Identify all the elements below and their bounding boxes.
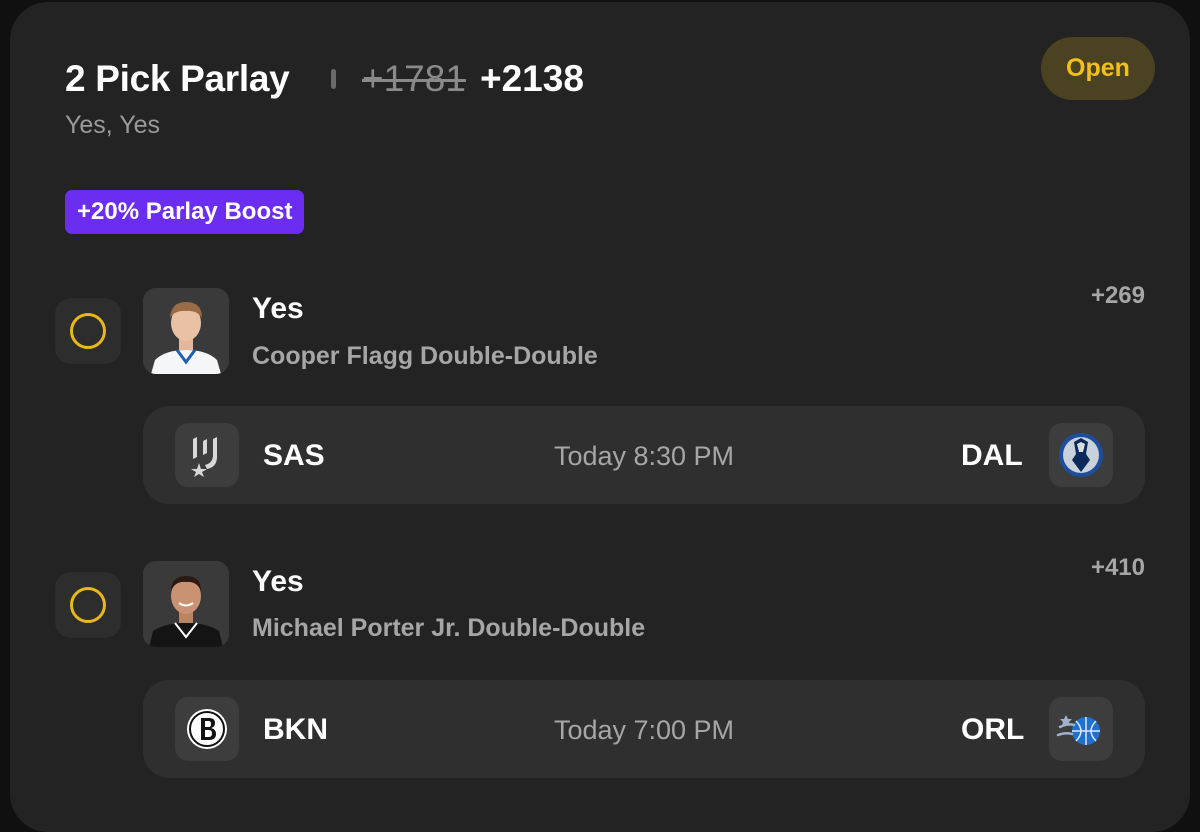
pick-odds: +410 [1090,554,1145,581]
parlay-selections-summary: Yes, Yes [65,111,161,139]
pick-market: Cooper Flagg Double-Double [252,342,598,370]
game-matchup-row[interactable]: BKN Today 7:00 PM ORL [143,680,1145,778]
home-team-abbr: ORL [961,713,1025,746]
boosted-odds: +2138 [480,58,584,99]
home-team-abbr: DAL [961,439,1023,472]
player-avatar-cooper-flagg [143,288,229,374]
player-headshot-icon [143,561,229,647]
pick-status-toggle-2[interactable] [55,572,121,638]
magic-logo-icon [1049,697,1113,761]
pick-market: Michael Porter Jr. Double-Double [252,614,646,642]
pending-circle-icon [70,313,106,349]
parlay-title: 2 Pick Parlay [65,58,290,99]
pick-status-toggle-1[interactable] [55,298,121,364]
mavericks-logo-icon [1049,423,1113,487]
player-avatar-michael-porter-jr [143,561,229,647]
game-matchup-row[interactable]: SAS Today 8:30 PM DAL [143,406,1145,504]
pick-selection-label: Yes [252,292,304,325]
player-headshot-icon [143,288,229,374]
status-badge[interactable]: Open [1041,37,1155,100]
parlay-card[interactable]: 2 Pick Parlay +1781 +2138 Yes, Yes Open … [10,2,1190,832]
original-odds: +1781 [362,58,466,99]
pending-circle-icon [70,587,106,623]
title-divider [331,69,336,89]
parlay-boost-badge: +20% Parlay Boost [65,190,305,234]
pick-selection-label: Yes [252,565,304,598]
pick-odds: +269 [1090,282,1145,309]
